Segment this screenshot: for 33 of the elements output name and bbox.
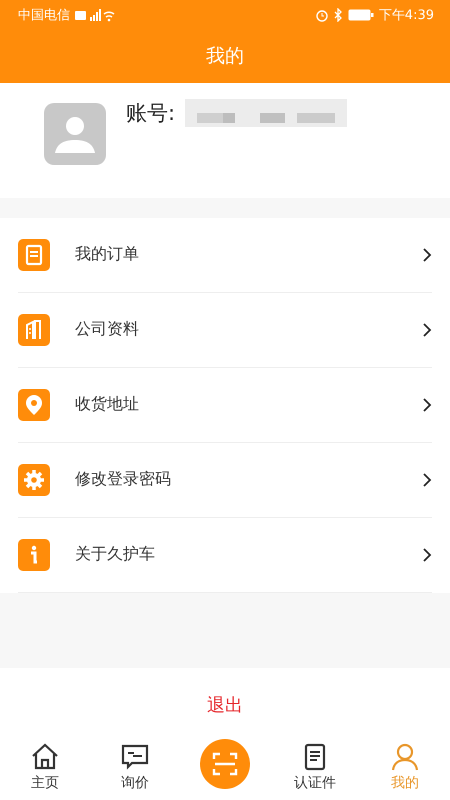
address-icon — [18, 388, 50, 421]
bluetooth-icon — [334, 8, 343, 22]
menu-item[interactable]: 收货地址 — [18, 368, 432, 443]
chevron-right-icon — [422, 472, 432, 488]
menu-item[interactable]: 关于久护车 — [18, 518, 432, 593]
company-icon — [18, 314, 50, 346]
home-icon — [30, 742, 60, 772]
chevron-right-icon — [422, 396, 432, 413]
page-title: 我的 — [206, 44, 244, 70]
avatar-icon — [44, 103, 106, 166]
password-icon — [18, 464, 50, 496]
logout-button[interactable]: 退出 — [199, 689, 251, 722]
message-icon — [120, 742, 150, 772]
order-icon — [18, 238, 50, 271]
menu-item[interactable]: 公司资料 — [18, 292, 432, 368]
account-label: 账号: — [126, 100, 176, 128]
chevron-right-icon — [422, 322, 432, 338]
scan-icon — [212, 751, 238, 777]
person-icon — [390, 742, 420, 772]
scan-button[interactable] — [200, 739, 250, 789]
carrier-name: 中国电信 — [18, 6, 70, 24]
tab-item[interactable]: 认证件 — [270, 742, 360, 800]
chevron-right-icon — [422, 546, 432, 563]
about-icon — [18, 538, 50, 571]
battery-icon — [348, 8, 374, 21]
clock-time: 下午4:39 — [378, 6, 434, 24]
menu-item[interactable]: 修改登录密码 — [18, 442, 432, 518]
menu-item[interactable]: 我的订单 — [18, 218, 432, 293]
chevron-right-icon — [422, 246, 432, 263]
tab-item[interactable]: 询价 — [90, 742, 180, 800]
tab-item[interactable]: 主页 — [0, 742, 90, 800]
signal-icon — [75, 8, 115, 22]
alarm-icon — [314, 8, 329, 22]
